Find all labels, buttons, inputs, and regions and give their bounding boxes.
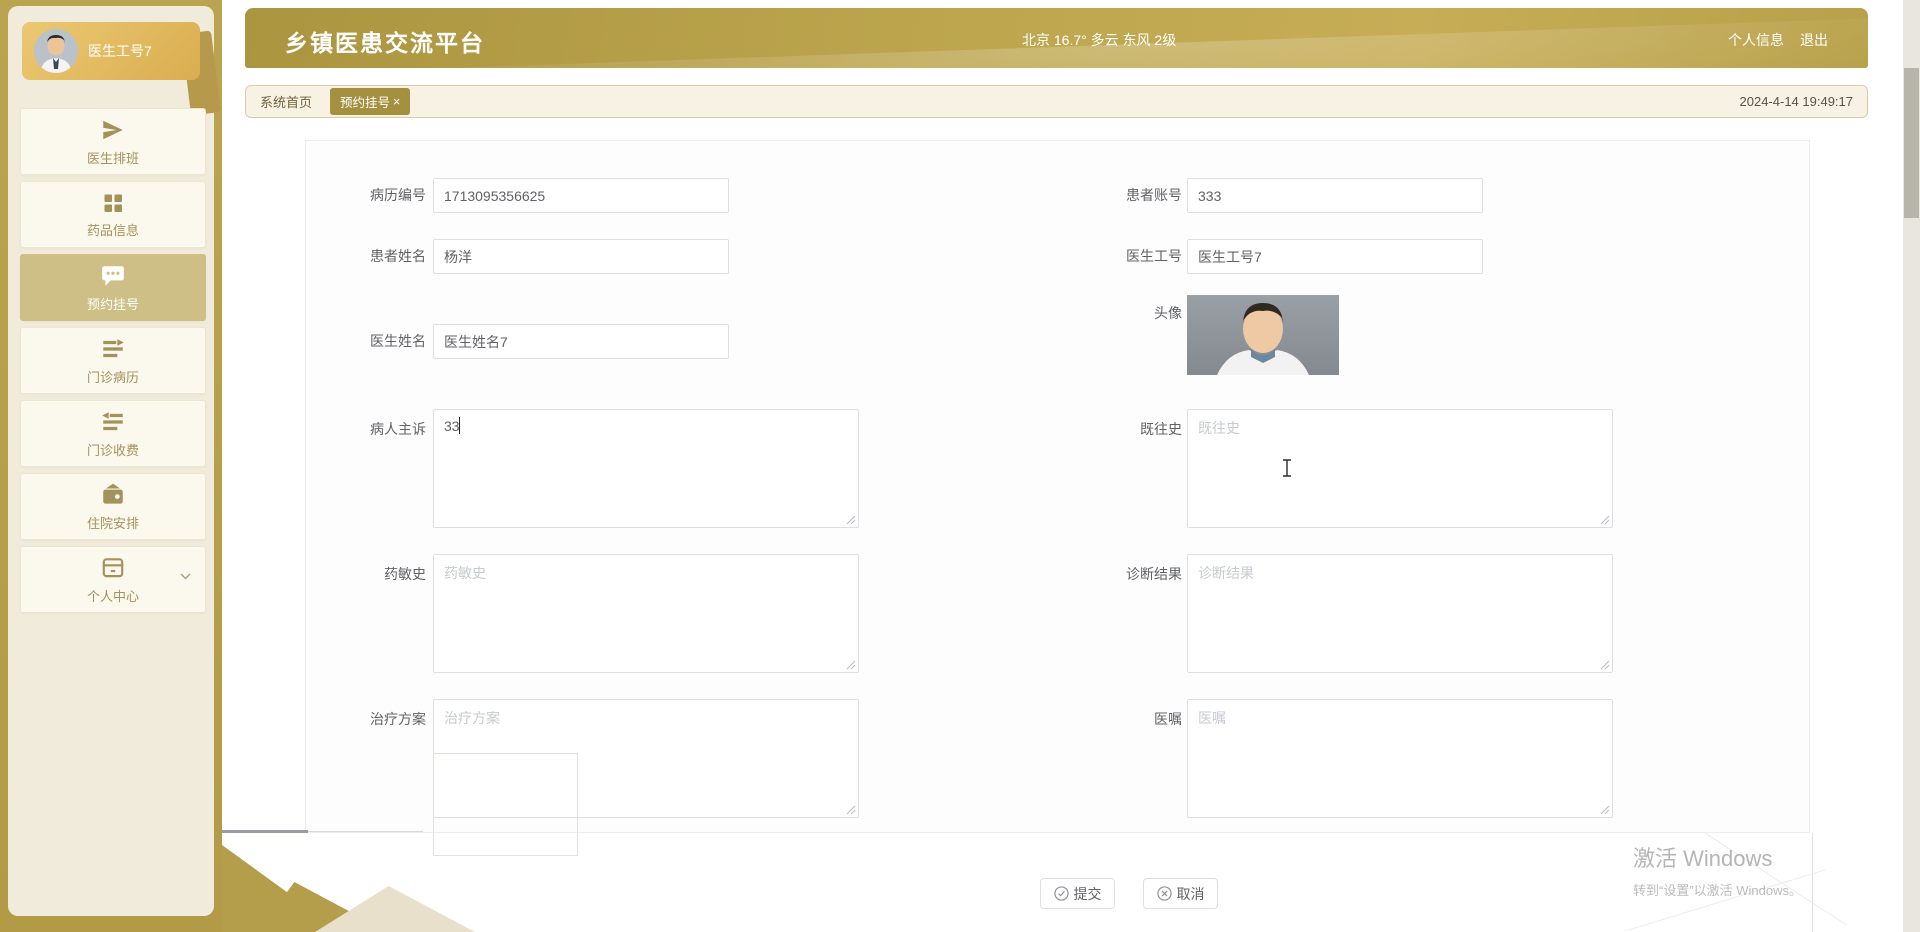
deco-line-dark xyxy=(222,830,308,833)
sidebar-menu: 医生排班 药品信息 预约挂号 门诊病历 门诊收费 住院安排 个人中心 xyxy=(20,108,206,613)
x-circle-icon xyxy=(1156,886,1172,901)
resize-grip-icon[interactable] xyxy=(1600,515,1610,525)
sidebar-item-label: 预约挂号 xyxy=(86,296,139,312)
avatar-label: 头像 xyxy=(1154,305,1182,321)
check-circle-icon xyxy=(1053,886,1069,901)
diagnosis-label: 诊断结果 xyxy=(1126,566,1182,582)
treatment-label: 治疗方案 xyxy=(370,711,426,727)
cancel-button[interactable]: 取消 xyxy=(1143,878,1218,909)
ibeam-cursor xyxy=(1283,459,1291,477)
doctor-photo[interactable] xyxy=(1187,295,1339,375)
current-timestamp: 2024-4-14 19:49:17 xyxy=(1739,94,1853,109)
profile-link[interactable]: 个人信息 xyxy=(1728,30,1784,50)
deco-vertical-line xyxy=(1812,833,1813,932)
resize-grip-icon[interactable] xyxy=(1600,805,1610,815)
sidebar-item-label: 门诊病历 xyxy=(86,369,139,385)
sidebar-item-label: 门诊收费 xyxy=(86,442,139,458)
sidebar-item-doctor-schedule[interactable]: 医生排班 xyxy=(20,108,206,175)
list-arrow-left-icon xyxy=(102,411,123,430)
text-caret xyxy=(459,417,460,434)
wallet-icon xyxy=(103,483,123,504)
sidebar-item-hospitalization[interactable]: 住院安排 xyxy=(20,473,206,540)
resize-grip-icon[interactable] xyxy=(846,660,856,670)
list-arrow-right-icon xyxy=(103,338,124,357)
chevron-down-icon[interactable] xyxy=(180,573,191,580)
sidebar-item-outpatient-fees[interactable]: 门诊收费 xyxy=(20,400,206,467)
sidebar-item-label: 医生排班 xyxy=(86,150,139,166)
appointment-form-panel: 病历编号 患者账号 患者姓名 医生工号 医生姓名 头像 病人主诉 33 xyxy=(305,140,1810,833)
tab-appointment-active[interactable]: 预约挂号 × xyxy=(330,88,411,115)
sidebar-item-outpatient-records[interactable]: 门诊病历 xyxy=(20,327,206,394)
vertical-scrollbar[interactable] xyxy=(1903,0,1920,932)
resize-grip-icon[interactable] xyxy=(846,515,856,525)
doctor-name-input[interactable] xyxy=(433,324,729,359)
doctor-avatar xyxy=(34,29,78,73)
app-title: 乡镇医患交流平台 xyxy=(285,30,485,56)
patient-account-label: 患者账号 xyxy=(1126,187,1182,203)
sidebar-item-label: 个人中心 xyxy=(86,588,139,604)
app-window: 医生工号7 医生排班 药品信息 预约挂号 门诊病历 门诊收费 住院安排 个人中心… xyxy=(0,0,1920,932)
doctor-no-label: 医生工号 xyxy=(1126,248,1182,264)
sidebar-item-drug-info[interactable]: 药品信息 xyxy=(20,181,206,248)
watermark-line2: 转到“设置”以激活 Windows。 xyxy=(1633,883,1803,898)
sidebar-item-label: 药品信息 xyxy=(86,222,139,238)
weather-info: 北京 16.7° 多云 东风 2级 xyxy=(1022,32,1177,48)
deco-beige-triangle xyxy=(315,886,475,932)
doctor-name-label: 医生工号7 xyxy=(88,43,152,59)
submit-button[interactable]: 提交 xyxy=(1040,878,1115,909)
account-card-icon xyxy=(102,557,124,577)
watermark-line1: 激活 Windows xyxy=(1633,846,1773,871)
drug-allergy-textarea[interactable] xyxy=(433,554,859,673)
patient-account-input[interactable] xyxy=(1187,178,1483,213)
chief-complaint-textarea[interactable]: 33 xyxy=(433,409,859,528)
header-nav: 个人信息 退出 xyxy=(1728,30,1828,50)
cancel-button-label: 取消 xyxy=(1176,885,1205,902)
user-card[interactable]: 医生工号7 xyxy=(22,22,200,80)
diagnosis-textarea[interactable] xyxy=(1187,554,1613,673)
record-no-input[interactable] xyxy=(433,178,729,213)
patient-name-input[interactable] xyxy=(433,239,729,274)
submit-button-label: 提交 xyxy=(1073,885,1102,902)
record-no-label: 病历编号 xyxy=(370,187,426,203)
sidebar: 医生工号7 医生排班 药品信息 预约挂号 门诊病历 门诊收费 住院安排 个人中心 xyxy=(8,6,221,916)
windows-activation-watermark: 激活 Windows 转到“设置”以激活 Windows。 xyxy=(1633,841,1802,899)
send-icon xyxy=(103,120,123,139)
deco-diagonal-line-2 xyxy=(1703,831,1847,926)
grid-icon xyxy=(104,194,122,212)
doctor-no-input[interactable] xyxy=(1187,239,1483,274)
tab-bar: 系统首页 预约挂号 × 2024-4-14 19:49:17 xyxy=(245,85,1868,118)
treatment-textarea[interactable] xyxy=(433,699,859,818)
past-history-textarea[interactable] xyxy=(1187,409,1613,528)
past-history-label: 既往史 xyxy=(1140,421,1182,437)
chat-bubble-icon xyxy=(102,265,124,286)
tab-system-home[interactable]: 系统首页 xyxy=(260,92,312,111)
doctor-advice-label: 医嘱 xyxy=(1154,711,1182,727)
sidebar-item-appointment[interactable]: 预约挂号 xyxy=(20,254,206,321)
drug-allergy-label: 药敏史 xyxy=(384,566,426,582)
sidebar-item-personal-center[interactable]: 个人中心 xyxy=(20,546,206,613)
app-header: 乡镇医患交流平台 北京 16.7° 多云 东风 2级 个人信息 退出 xyxy=(245,8,1868,68)
resize-grip-icon[interactable] xyxy=(846,805,856,815)
deco-gold-triangle xyxy=(222,845,342,932)
deco-diagonal-line-1 xyxy=(1624,869,1826,932)
doctor-advice-textarea[interactable] xyxy=(1187,699,1613,818)
sidebar-item-label: 住院安排 xyxy=(86,515,139,531)
patient-name-label: 患者姓名 xyxy=(370,248,426,264)
scrollbar-thumb[interactable] xyxy=(1904,68,1919,218)
deco-gold-triangle-2 xyxy=(258,882,388,932)
chief-complaint-label: 病人主诉 xyxy=(370,421,426,437)
resize-grip-icon[interactable] xyxy=(1600,660,1610,670)
logout-link[interactable]: 退出 xyxy=(1800,30,1828,50)
doctor-name-label: 医生姓名 xyxy=(370,333,426,349)
tab-close-icon[interactable]: × xyxy=(393,95,400,109)
tab-label: 预约挂号 xyxy=(340,96,391,110)
